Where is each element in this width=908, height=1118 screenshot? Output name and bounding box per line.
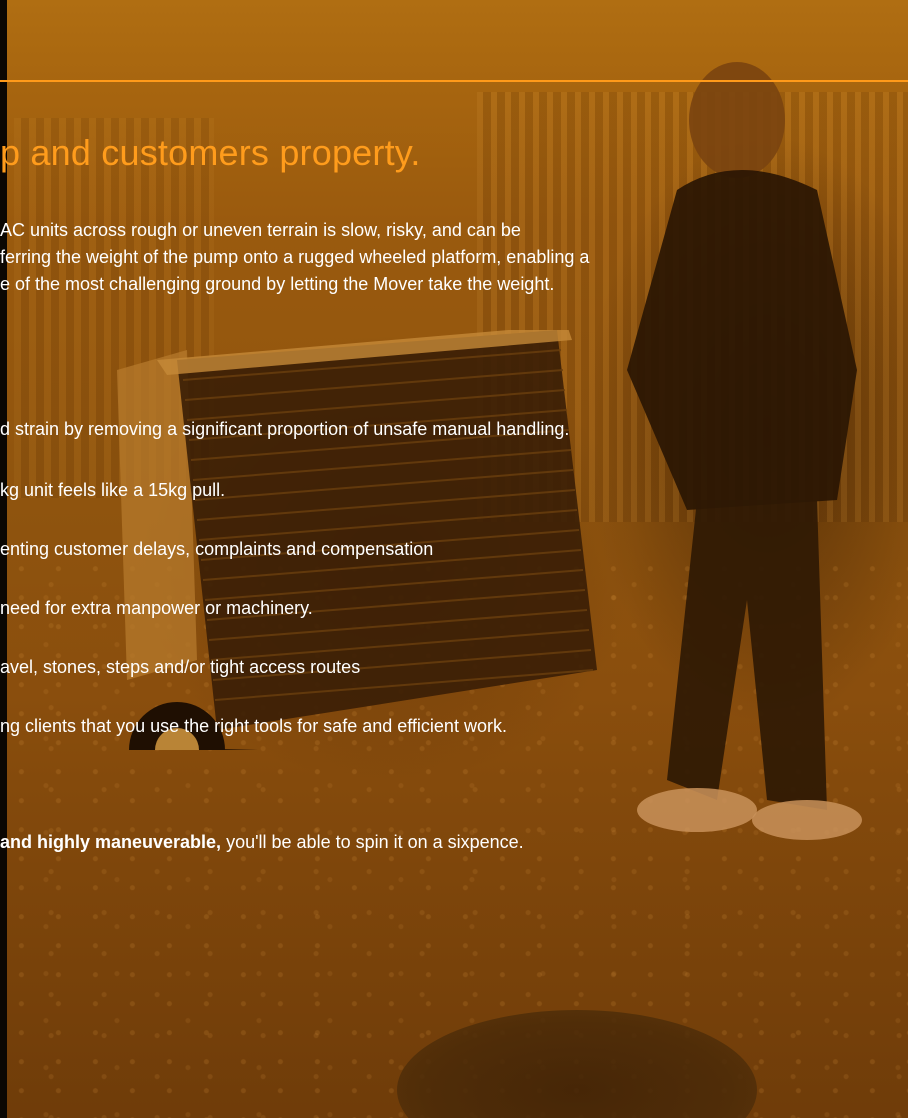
benefit-item: avel, stones, steps and/or tight access … (0, 657, 361, 677)
maneuverability-note: and highly maneuverable, you'll be able … (0, 832, 524, 853)
note-bold: and highly maneuverable, (0, 832, 222, 852)
section-divider (0, 80, 908, 82)
intro-line: e of the most challenging ground by lett… (0, 274, 555, 294)
intro-paragraph: AC units across rough or uneven terrain … (0, 217, 800, 298)
intro-line: AC units across rough or uneven terrain … (0, 220, 521, 240)
person-icon (627, 62, 862, 840)
benefit-item: ng clients that you use the right tools … (0, 716, 507, 736)
hero-section: p and customers property. AC units acros… (0, 0, 908, 1118)
benefit-item: d strain by removing a significant propo… (0, 419, 570, 439)
benefit-item: kg unit feels like a 15kg pull. (0, 480, 226, 500)
intro-line: ferring the weight of the pump onto a ru… (0, 247, 590, 267)
worker-silhouette (567, 40, 867, 860)
benefit-item: need for extra manpower or machinery. (0, 598, 313, 618)
section-headline: p and customers property. (0, 132, 421, 173)
benefit-item: enting customer delays, complaints and c… (0, 539, 434, 559)
note-rest: you'll be able to spin it on a sixpence. (221, 832, 524, 852)
